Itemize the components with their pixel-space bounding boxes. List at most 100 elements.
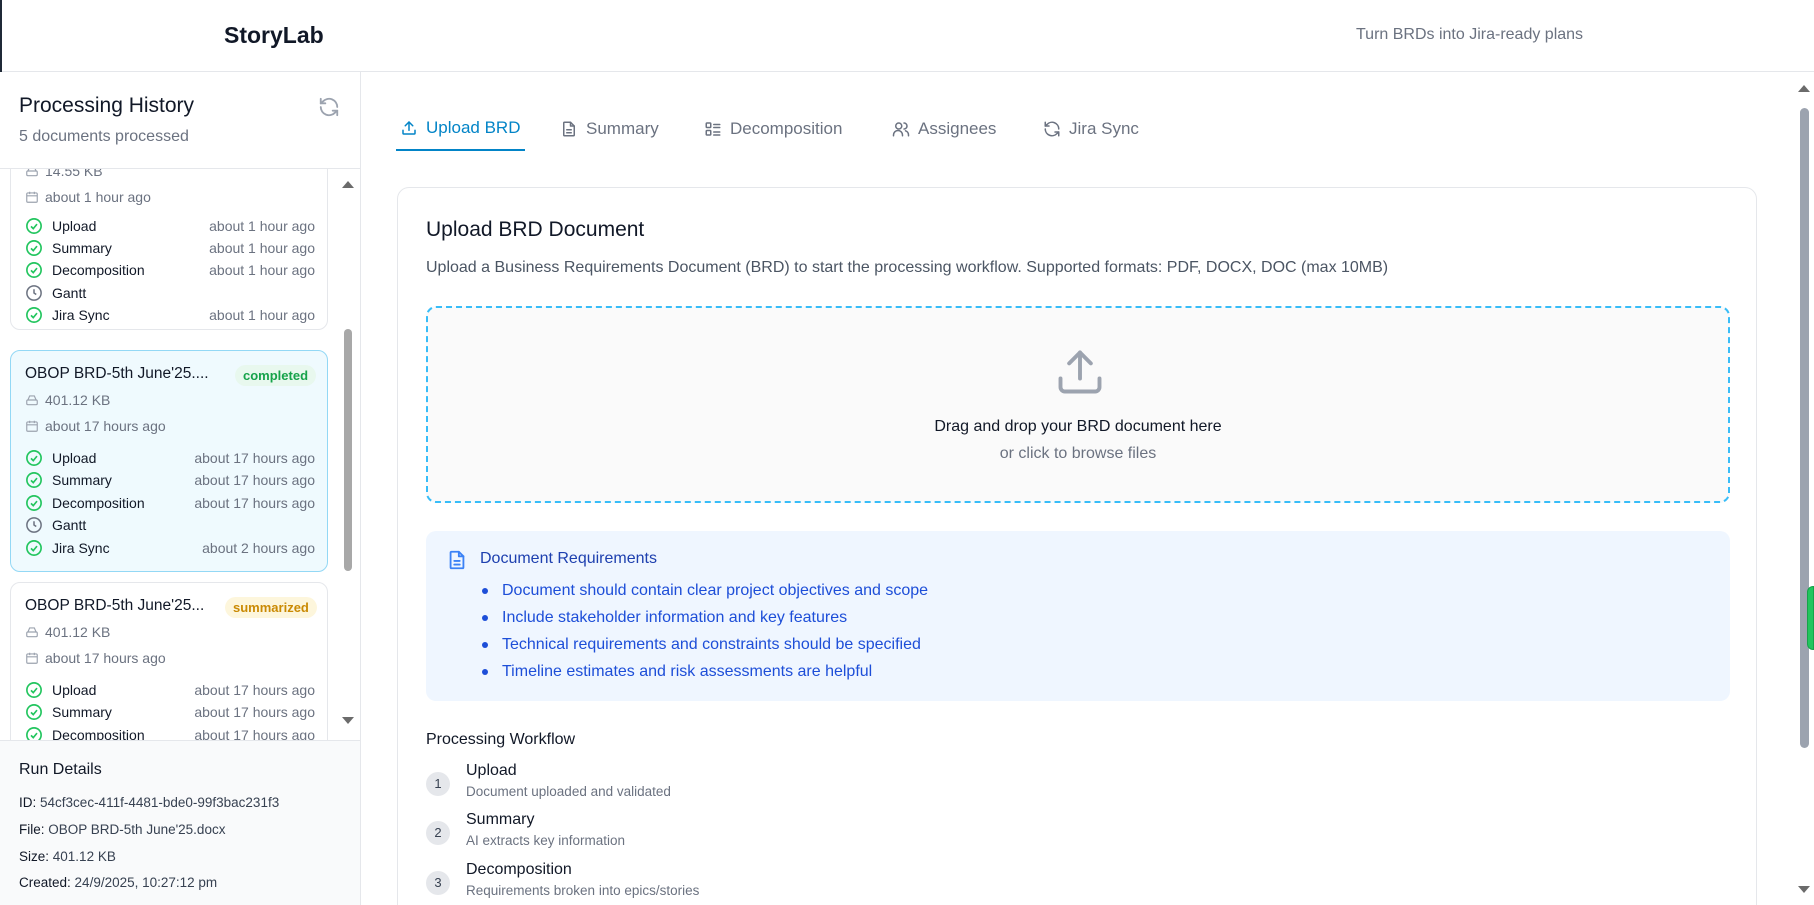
step-upload: Upload about 1 hour ago <box>25 216 315 236</box>
tab-assignees[interactable]: Assignees <box>888 107 1000 151</box>
step-name: Summary <box>52 704 112 720</box>
tab-upload-brd[interactable]: Upload BRD <box>396 107 525 151</box>
tab-label: Summary <box>586 119 659 138</box>
upload-time: about 1 hour ago <box>25 189 151 205</box>
run-size-label: Size: <box>19 849 50 864</box>
history-count: 5 documents processed <box>19 128 189 145</box>
side-feedback-tab[interactable] <box>1807 586 1814 650</box>
upload-time-text: about 17 hours ago <box>45 418 166 434</box>
check-circle-icon <box>26 450 42 466</box>
run-details-title: Run Details <box>19 761 102 778</box>
tab-jira-sync[interactable]: Jira Sync <box>1039 107 1143 151</box>
upload-description: Upload a Business Requirements Document … <box>426 259 1389 276</box>
requirements-list: Document should contain clear project ob… <box>480 577 928 685</box>
workflow-step-name: Decomposition <box>466 861 572 878</box>
tab-label: Jira Sync <box>1069 119 1139 138</box>
upload-panel: Upload BRD Document Upload a Business Re… <box>397 187 1757 905</box>
scrollbar-thumb[interactable] <box>1800 108 1809 748</box>
run-size: Size: 401.12 KB <box>19 849 116 864</box>
step-time: about 1 hour ago <box>209 262 315 278</box>
run-id: ID: 54cf3cec-411f-4481-bde0-99f3bac231f3 <box>19 795 279 810</box>
check-circle-icon <box>26 704 42 720</box>
run-file-value: OBOP BRD-5th June'25.docx <box>48 822 226 837</box>
requirement-item: Document should contain clear project ob… <box>480 577 928 604</box>
step-jira-sync: Jira Sync about 1 hour ago <box>25 305 315 325</box>
file-size: 401.12 KB <box>25 624 110 640</box>
document-name: OBOP BRD-5th June'25... <box>25 597 205 614</box>
check-circle-icon <box>26 540 42 556</box>
scrollbar-thumb[interactable] <box>344 329 352 571</box>
run-id-label: ID: <box>19 795 37 810</box>
history-card[interactable]: 14.55 KB about 1 hour ago Upload about 1… <box>10 169 328 330</box>
step-name: Upload <box>52 682 97 698</box>
step-upload: Upload about 17 hours ago <box>25 448 315 468</box>
scroll-down-arrow-icon[interactable] <box>1798 886 1810 893</box>
calendar-icon <box>26 191 38 203</box>
file-dropzone[interactable]: Drag and drop your BRD document here or … <box>426 306 1730 503</box>
workflow-step-name: Upload <box>466 762 517 779</box>
status-badge: summarized <box>225 597 317 618</box>
check-circle-icon <box>26 262 42 278</box>
workflow-step-name: Summary <box>466 811 535 828</box>
tab-summary[interactable]: Summary <box>556 107 663 151</box>
step-time: about 17 hours ago <box>194 472 315 488</box>
check-circle-icon <box>26 240 42 256</box>
status-badge: completed <box>235 365 317 386</box>
check-circle-icon <box>26 727 42 740</box>
history-card-selected[interactable]: OBOP BRD-5th June'25.... completed 401.1… <box>10 350 328 572</box>
main-content: Upload BRD Summary Decomposition Assigne… <box>362 72 1814 905</box>
history-scrollbar[interactable] <box>341 169 355 740</box>
run-created-label: Created: <box>19 875 71 890</box>
scroll-up-arrow-icon[interactable] <box>342 181 354 188</box>
step-time: about 1 hour ago <box>209 218 315 234</box>
tab-label: Upload BRD <box>426 118 521 137</box>
file-size-text: 14.55 KB <box>45 169 103 179</box>
dropzone-instruction: Drag and drop your BRD document here <box>934 418 1222 435</box>
app-logo-text[interactable]: StoryLab <box>224 22 324 49</box>
step-summary: Summary about 17 hours ago <box>25 470 315 490</box>
step-number: 1 <box>426 772 450 796</box>
history-sidebar: Processing History 5 documents processed… <box>0 72 361 905</box>
document-icon <box>449 550 465 570</box>
run-created: Created: 24/9/2025, 10:27:12 pm <box>19 875 217 890</box>
drive-icon <box>26 395 38 406</box>
step-time: about 2 hours ago <box>202 540 315 556</box>
step-number: 2 <box>426 821 450 845</box>
upload-icon <box>402 121 416 135</box>
step-time: about 1 hour ago <box>209 240 315 256</box>
step-name: Upload <box>52 450 97 466</box>
step-name: Decomposition <box>52 495 145 511</box>
refresh-icon[interactable] <box>318 96 340 118</box>
step-time: about 17 hours ago <box>194 682 315 698</box>
scroll-up-arrow-icon[interactable] <box>1798 85 1810 92</box>
step-time: about 17 hours ago <box>194 450 315 466</box>
history-card[interactable]: OBOP BRD-5th June'25... summarized 401.1… <box>10 582 328 740</box>
requirement-item: Technical requirements and constraints s… <box>480 631 928 658</box>
scroll-down-arrow-icon[interactable] <box>342 717 354 724</box>
run-size-value: 401.12 KB <box>52 849 116 864</box>
calendar-icon <box>26 420 38 432</box>
document-name: OBOP BRD-5th June'25.... <box>25 365 209 382</box>
step-summary: Summary about 1 hour ago <box>25 238 315 258</box>
main-scrollbar[interactable] <box>1796 72 1812 905</box>
upload-time-text: about 1 hour ago <box>45 189 151 205</box>
step-gantt: Gantt <box>25 515 315 535</box>
upload-time: about 17 hours ago <box>25 650 166 666</box>
requirements-box: Document Requirements Document should co… <box>426 531 1730 701</box>
run-id-value: 54cf3cec-411f-4481-bde0-99f3bac231f3 <box>40 795 280 810</box>
history-list[interactable]: 14.55 KB about 1 hour ago Upload about 1… <box>0 169 360 740</box>
tab-decomposition[interactable]: Decomposition <box>700 107 846 151</box>
upload-time: about 17 hours ago <box>25 418 166 434</box>
step-summary: Summary about 17 hours ago <box>25 702 315 722</box>
app-tagline: Turn BRDs into Jira-ready plans <box>1356 26 1584 43</box>
step-name: Gantt <box>52 517 87 533</box>
drive-icon <box>26 627 38 638</box>
step-time: about 17 hours ago <box>194 495 315 511</box>
upload-title: Upload BRD Document <box>426 218 645 241</box>
browse-files-link[interactable]: or click to browse files <box>428 445 1728 463</box>
step-jira-sync: Jira Sync about 2 hours ago <box>25 538 315 558</box>
app-header: StoryLab Turn BRDs into Jira-ready plans <box>0 0 1814 905</box>
step-decomposition: Decomposition about 1 hour ago <box>25 260 315 280</box>
file-size: 401.12 KB <box>25 392 110 408</box>
file-size-text: 401.12 KB <box>45 624 111 640</box>
